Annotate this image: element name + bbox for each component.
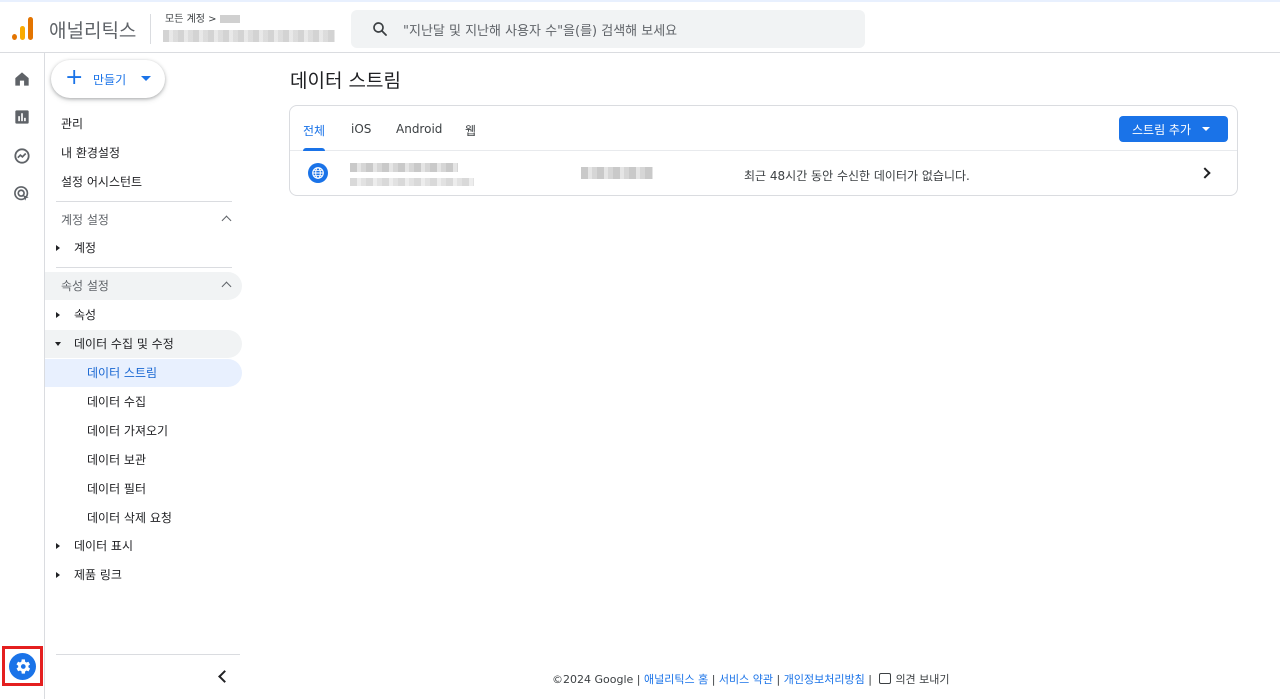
expand-arrow-icon [56,312,60,318]
footer-separator: | [711,673,716,686]
footer-separator: | [868,673,872,686]
tab-all[interactable]: 전체 [303,122,326,151]
collapse-arrow-icon [55,342,61,346]
chevron-up-icon [221,215,232,226]
nav-data-retention[interactable]: 데이터 보관 [45,446,242,474]
admin-highlight-box [2,646,43,686]
breadcrumb-separator: > [208,14,217,25]
footer-separator: | [776,673,781,686]
nav-data-collection-label: 데이터 수집 및 수정 [74,337,174,351]
platform-tabs: 전체 iOS Android 웹 스트림 추가 [290,106,1237,151]
create-button[interactable]: + 만들기 [51,60,165,98]
header-divider [150,14,151,44]
nav-data-streams[interactable]: 데이터 스트림 [45,359,242,387]
footer-link-privacy[interactable]: 개인정보처리방침 [784,673,865,686]
redacted-account-name [219,15,240,23]
search-icon [373,22,387,36]
app-title[interactable]: 애널리틱스 [49,16,136,43]
explore-icon[interactable] [12,146,32,166]
nav-data-collection[interactable]: 데이터 수집 및 수정 [45,330,242,358]
property-settings-label: 속성 설정 [61,279,109,293]
nav-product-links-label: 제품 링크 [74,568,122,582]
redacted-stream-id [581,167,653,179]
nav-divider [56,267,232,268]
footer: ©2024 Google | 애널리틱스 홈 | 서비스 약관 | 개인정보처리… [552,671,950,687]
reports-icon[interactable] [12,107,32,127]
nav-divider [56,654,240,655]
expand-arrow-icon [56,245,60,251]
chevron-up-icon [221,281,232,292]
gear-icon [16,659,31,674]
search-bar[interactable]: "지난달 및 지난해 사용자 수"을(를) 검색해 보세요 [351,10,865,48]
nav-data-deletion-requests[interactable]: 데이터 삭제 요청 [45,504,242,532]
navigation-rail [0,53,45,699]
plus-icon: + [65,65,84,90]
nav-setup-assistant[interactable]: 설정 어시스턴트 [45,168,242,196]
footer-link-terms[interactable]: 서비스 약관 [719,673,773,686]
tab-ios[interactable]: iOS [351,122,371,151]
nav-account-label: 계정 [74,241,97,255]
tab-android[interactable]: Android [396,122,442,151]
nav-divider [56,201,232,202]
footer-feedback[interactable]: 의견 보내기 [895,673,949,686]
top-app-bar: 애널리틱스 모든 계정 > "지난달 및 지난해 사용자 수"을(를) 검색해 … [0,0,1280,53]
home-icon[interactable] [12,69,32,89]
data-streams-card: 전체 iOS Android 웹 스트림 추가 최근 48시간 동안 수신한 데… [289,105,1238,196]
nav-property[interactable]: 속성 [45,301,242,329]
nav-data-display[interactable]: 데이터 표시 [45,532,242,560]
admin-button[interactable] [9,653,36,680]
account-breadcrumb[interactable]: 모든 계정 > [165,10,240,25]
feedback-icon [879,673,892,684]
add-stream-button[interactable]: 스트림 추가 [1119,116,1228,142]
account-settings-label: 계정 설정 [61,213,109,227]
add-stream-label: 스트림 추가 [1132,123,1192,137]
nav-data-collection-sub[interactable]: 데이터 수집 [45,388,242,416]
analytics-logo[interactable] [12,16,34,40]
nav-my-preferences[interactable]: 내 환경설정 [45,139,242,167]
expand-arrow-icon [56,572,60,578]
globe-icon [308,163,328,183]
breadcrumb-all-accounts[interactable]: 모든 계정 [165,14,205,25]
nav-data-filters[interactable]: 데이터 필터 [45,475,242,503]
create-label: 만들기 [93,73,127,87]
tab-web[interactable]: 웹 [465,122,476,151]
redacted-stream-name [350,163,458,172]
caret-down-icon [1202,127,1210,131]
property-settings-header[interactable]: 속성 설정 [45,272,242,300]
footer-link-analytics-home[interactable]: 애널리틱스 홈 [644,673,708,686]
stream-row[interactable]: 최근 48시간 동안 수신한 데이터가 없습니다. [290,152,1237,196]
nav-data-display-label: 데이터 표시 [74,539,134,553]
redacted-property-name[interactable] [163,30,335,42]
nav-property-label: 속성 [74,308,97,322]
nav-admin[interactable]: 관리 [45,110,242,138]
page-title: 데이터 스트림 [290,70,401,92]
nav-account[interactable]: 계정 [45,234,242,262]
collapse-nav-chevron-left-icon[interactable] [215,667,231,685]
nav-product-links[interactable]: 제품 링크 [45,561,242,589]
stream-status: 최근 48시간 동안 수신한 데이터가 없습니다. [744,169,970,183]
account-settings-header[interactable]: 계정 설정 [45,206,242,234]
footer-copyright: ©2024 Google | [552,673,641,686]
advertising-icon[interactable] [12,184,32,204]
redacted-stream-url [350,178,474,186]
nav-data-import[interactable]: 데이터 가져오기 [45,417,242,445]
chevron-right-icon[interactable] [1199,167,1211,179]
search-placeholder[interactable]: "지난달 및 지난해 사용자 수"을(를) 검색해 보세요 [403,20,677,39]
expand-arrow-icon [56,543,60,549]
caret-down-icon [141,76,151,81]
admin-side-nav: + 만들기 관리 내 환경설정 설정 어시스턴트 계정 설정 계정 속성 설정 … [45,53,250,699]
